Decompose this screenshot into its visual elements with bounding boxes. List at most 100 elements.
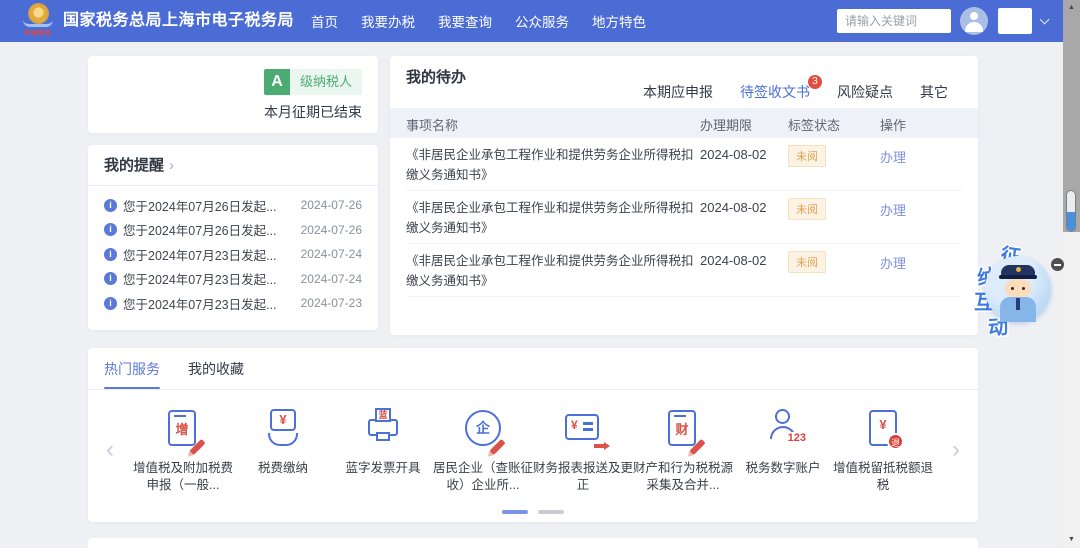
- hot-services-card: 热门服务 我的收藏 ‹ › 增 增值税及附加税费申报（一般... ¥ 税费缴纳: [88, 348, 978, 522]
- item-name: 《非居民企业承包工程作业和提供劳务企业所得税扣缴义务通知书》: [406, 198, 698, 238]
- column-deadline: 办理期限: [700, 115, 752, 134]
- reminder-date: 2024-07-24: [301, 272, 362, 286]
- column-tag-status: 标签状态: [788, 115, 840, 134]
- service-digital-account[interactable]: 123 税务数字账户: [733, 406, 833, 494]
- service-blue-invoice[interactable]: 蓝 蓝字发票开具: [333, 406, 433, 494]
- chevron-right-icon: ›: [169, 157, 174, 174]
- reminder-item[interactable]: i 您于2024年07月23日发起... 2024-07-23: [104, 291, 362, 316]
- vat-refund-icon: ¥ 退: [860, 406, 906, 452]
- table-row: 《非居民企业承包工程作业和提供劳务企业所得税扣缴义务通知书》 2024-08-0…: [406, 244, 962, 297]
- scrollbar-thumb[interactable]: [1066, 190, 1076, 232]
- reminder-item[interactable]: i 您于2024年07月23日发起... 2024-07-24: [104, 267, 362, 292]
- header-search: [837, 9, 951, 33]
- hand-icon: [268, 433, 298, 446]
- todo-table-header: 事项名称 办理期限 标签状态 操作: [390, 108, 978, 138]
- info-icon: i: [104, 248, 117, 261]
- reminder-item[interactable]: i 您于2024年07月23日发起... 2024-07-24: [104, 242, 362, 267]
- service-label: 蓝字发票开具: [333, 460, 433, 477]
- service-resident-enterprise-tax[interactable]: 企 居民企业（查账征收）企业所...: [433, 406, 533, 494]
- taxpayer-grade-badge: A 级纳税人: [264, 69, 362, 95]
- logo-caption: 中国税务: [20, 28, 56, 37]
- reminder-text: 您于2024年07月23日发起...: [123, 294, 295, 313]
- user-avatar[interactable]: [960, 7, 988, 35]
- header: 中国税务 国家税务总局上海市电子税务局 首页 我要办税 我要查询 公众服务 地方…: [0, 0, 1063, 42]
- digital-account-person-icon: 123: [760, 406, 806, 452]
- grade-letter: A: [264, 69, 290, 95]
- todo-title: 我的待办: [406, 66, 466, 87]
- handle-link[interactable]: 办理: [880, 147, 906, 166]
- services-tabs: 热门服务 我的收藏: [88, 348, 978, 390]
- interaction-mascot-widget[interactable]: 征 纳 互 动: [972, 238, 1070, 340]
- service-financial-report[interactable]: ¥ 财务报表报送及更正: [533, 406, 633, 494]
- info-icon: i: [104, 223, 117, 236]
- service-vat-declaration[interactable]: 增 增值税及附加税费申报（一般...: [133, 406, 233, 494]
- page: 中国税务 国家税务总局上海市电子税务局 首页 我要办税 我要查询 公众服务 地方…: [0, 0, 1080, 548]
- carousel-page-indicator[interactable]: [538, 510, 564, 514]
- reminder-date: 2024-07-23: [301, 296, 362, 310]
- mascot-avatar-icon: [985, 256, 1051, 322]
- scroll-down-icon[interactable]: ▼: [1063, 534, 1080, 546]
- blue-invoice-printer-icon: 蓝: [360, 406, 406, 452]
- financial-report-icon: ¥: [560, 406, 606, 452]
- service-label: 税务数字账户: [733, 460, 833, 477]
- service-label: 增值税及附加税费申报（一般...: [133, 460, 233, 494]
- item-deadline: 2024-08-02: [700, 200, 767, 215]
- reminders-header[interactable]: 我的提醒›: [88, 145, 378, 186]
- service-property-behavior-tax[interactable]: 财 财产和行为税税源采集及合并...: [633, 406, 733, 494]
- info-icon: i: [104, 297, 117, 310]
- arrow-right-icon: [594, 444, 604, 448]
- site-title: 国家税务总局上海市电子税务局: [63, 0, 294, 42]
- carousel-right-icon[interactable]: ›: [952, 438, 960, 462]
- reminder-item[interactable]: i 您于2024年07月26日发起... 2024-07-26: [104, 218, 362, 243]
- reminder-item[interactable]: i 您于2024年07月26日发起... 2024-07-26: [104, 193, 362, 218]
- service-label: 居民企业（查账征收）企业所...: [433, 460, 533, 494]
- column-action: 操作: [880, 115, 906, 134]
- info-icon: i: [104, 199, 117, 212]
- reminders-card: 我的提醒› i 您于2024年07月26日发起... 2024-07-26 i …: [88, 145, 378, 330]
- status-badge: 未阅: [788, 198, 826, 220]
- refund-badge-icon: 退: [887, 433, 904, 450]
- reminder-text: 您于2024年07月23日发起...: [123, 269, 295, 288]
- username-box[interactable]: [998, 8, 1032, 34]
- tab-my-favorites[interactable]: 我的收藏: [188, 348, 244, 389]
- handle-link[interactable]: 办理: [880, 200, 906, 219]
- top-nav: 首页 我要办税 我要查询 公众服务 地方特色: [311, 0, 669, 42]
- nav-local-features[interactable]: 地方特色: [592, 11, 646, 31]
- scroll-up-icon[interactable]: ▲: [1063, 2, 1080, 14]
- carousel-pagination: [88, 510, 978, 514]
- service-label: 财务报表报送及更正: [533, 460, 633, 494]
- nav-inquiry[interactable]: 我要查询: [438, 11, 492, 31]
- reminders-list: i 您于2024年07月26日发起... 2024-07-26 i 您于2024…: [88, 186, 378, 316]
- service-vat-refund[interactable]: ¥ 退 增值税留抵税额退税: [833, 406, 933, 494]
- service-tax-payment[interactable]: ¥ 税费缴纳: [233, 406, 333, 494]
- property-tax-icon: 财: [660, 406, 706, 452]
- status-badge: 未阅: [788, 251, 826, 273]
- logo-wings-icon: [23, 20, 53, 27]
- reminder-text: 您于2024年07月26日发起...: [123, 196, 295, 215]
- minimize-icon[interactable]: [1051, 258, 1064, 271]
- table-row: 《非居民企业承包工程作业和提供劳务企业所得税扣缴义务通知书》 2024-08-0…: [406, 191, 962, 244]
- vat-declare-icon: 增: [160, 406, 206, 452]
- table-row: 《非居民企业承包工程作业和提供劳务企业所得税扣缴义务通知书》 2024-08-0…: [406, 138, 962, 191]
- nav-home[interactable]: 首页: [311, 11, 338, 31]
- status-badge: 未阅: [788, 145, 826, 167]
- item-deadline: 2024-08-02: [700, 253, 767, 268]
- taxpayer-grade-card: A 级纳税人 本月征期已结束: [88, 56, 378, 133]
- carousel-left-icon[interactable]: ‹: [106, 438, 114, 462]
- reminder-text: 您于2024年07月26日发起...: [123, 220, 295, 239]
- todo-table-body: 《非居民企业承包工程作业和提供劳务企业所得税扣缴义务通知书》 2024-08-0…: [406, 138, 962, 297]
- reminder-date: 2024-07-26: [301, 223, 362, 237]
- next-section-card-edge: [88, 538, 978, 548]
- enterprise-circle-icon: 企: [460, 406, 506, 452]
- nav-tax-handling[interactable]: 我要办税: [361, 11, 415, 31]
- reminder-text: 您于2024年07月23日发起...: [123, 245, 295, 264]
- tab-badge-count: 3: [808, 75, 822, 89]
- carousel-page-indicator[interactable]: [502, 510, 528, 514]
- chevron-down-icon[interactable]: [1040, 15, 1050, 25]
- reminder-date: 2024-07-24: [301, 247, 362, 261]
- nav-public-service[interactable]: 公众服务: [515, 11, 569, 31]
- tab-hot-services[interactable]: 热门服务: [104, 348, 160, 389]
- service-label: 税费缴纳: [233, 460, 333, 477]
- column-item-name: 事项名称: [406, 115, 458, 134]
- handle-link[interactable]: 办理: [880, 253, 906, 272]
